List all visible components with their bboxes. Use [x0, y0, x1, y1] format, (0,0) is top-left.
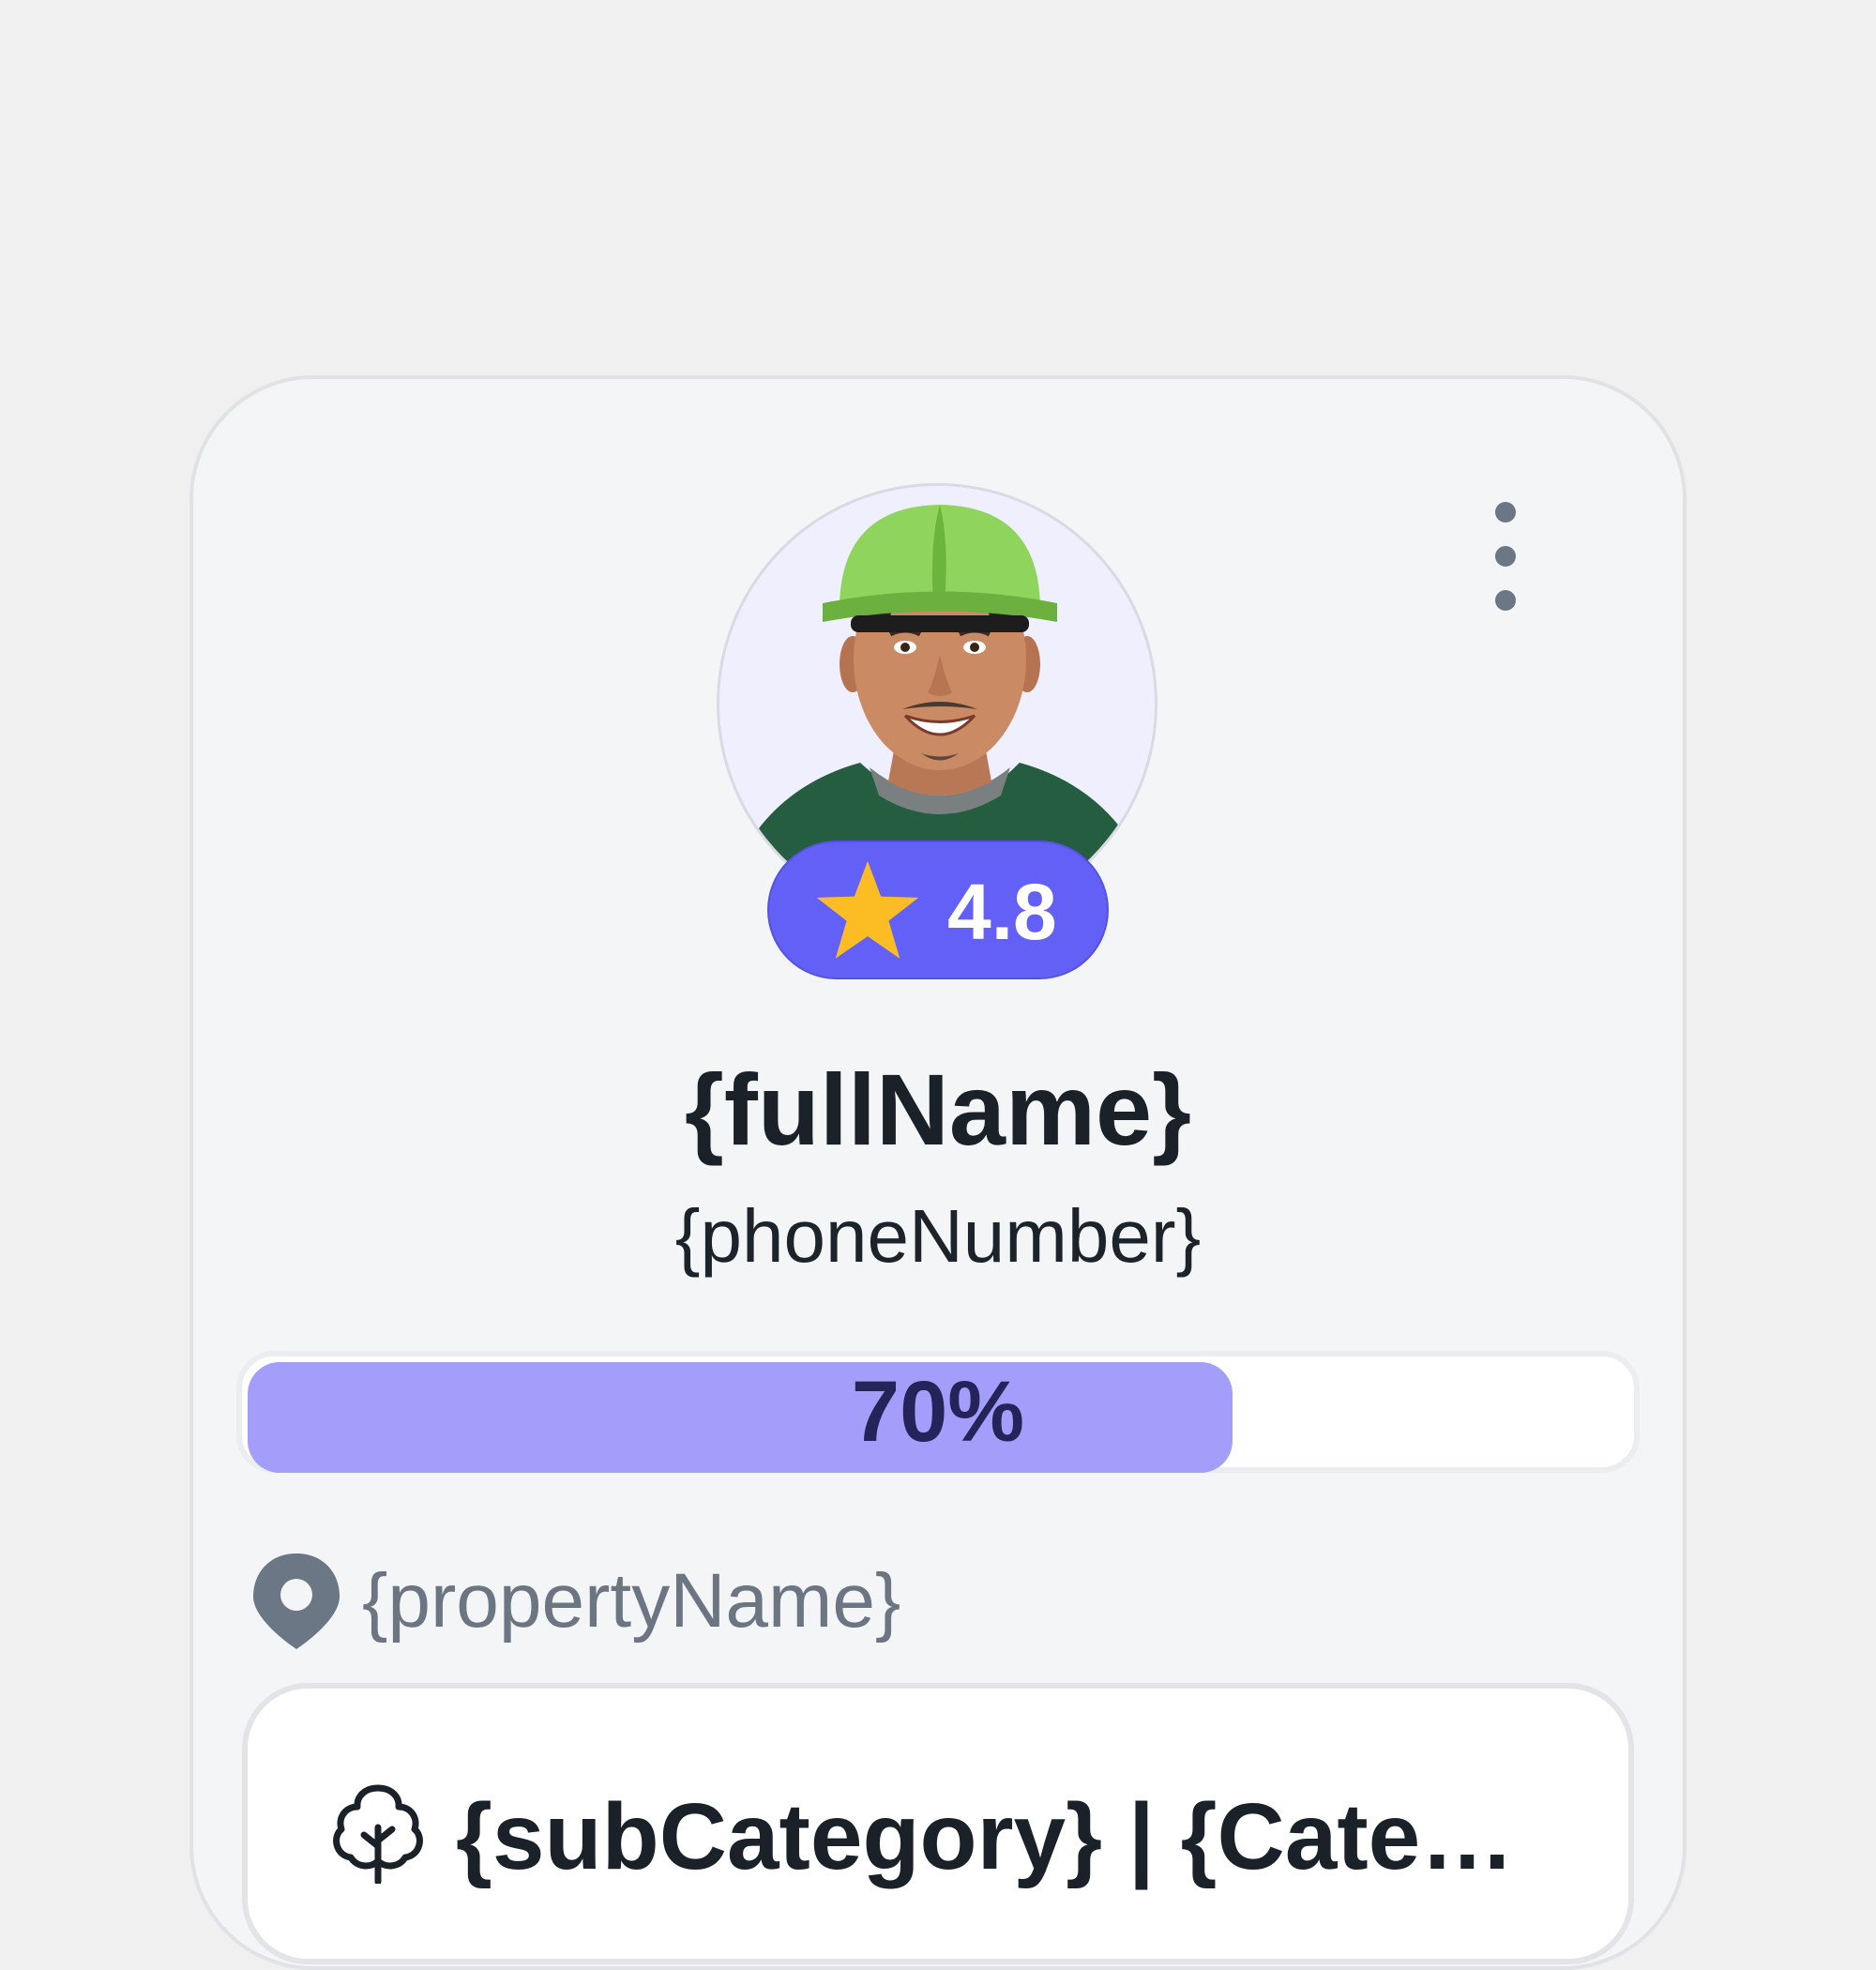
full-name: {fullName} — [684, 1053, 1192, 1166]
category-label: {subCategory} | {Category} — [456, 1784, 1516, 1889]
rating-badge: 4.8 — [767, 841, 1109, 979]
location-pin-icon — [253, 1553, 340, 1649]
tree-icon — [333, 1784, 423, 1884]
property-name: {propertyName} — [362, 1558, 901, 1644]
more-options-button[interactable] — [1463, 488, 1548, 619]
more-vertical-icon — [1495, 502, 1516, 523]
star-icon — [816, 860, 919, 959]
rating-value: 4.8 — [947, 868, 1057, 956]
phone-number: {phoneNumber} — [674, 1194, 1202, 1278]
progress-label: 70% — [851, 1364, 1025, 1460]
